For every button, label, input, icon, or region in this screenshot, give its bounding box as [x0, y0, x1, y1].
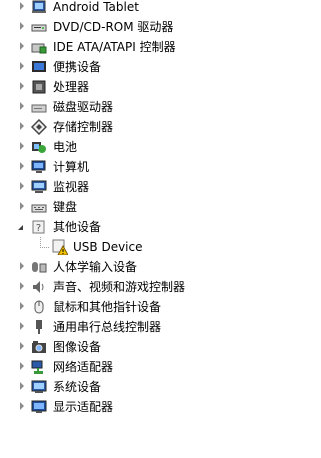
tree-item-label: 图像设备: [53, 340, 102, 354]
tree-item-sound[interactable]: 声音、视频和游戏控制器: [0, 277, 321, 297]
expand-arrow-icon[interactable]: [20, 42, 24, 50]
tree-item-label: Android Tablet: [53, 0, 139, 14]
expand-arrow-icon[interactable]: [20, 162, 24, 170]
expand-arrow-icon[interactable]: [20, 82, 24, 90]
display-adapter-icon: [31, 400, 47, 413]
expand-arrow-icon[interactable]: [20, 2, 24, 10]
tree-item-mice[interactable]: 鼠标和其他指针设备: [0, 297, 321, 317]
usb-icon: [36, 320, 42, 334]
expand-arrow-icon[interactable]: [20, 142, 24, 150]
tree-item-label: 系统设备: [53, 380, 102, 394]
expand-arrow-icon[interactable]: [20, 362, 24, 370]
tree-item-label: 声音、视频和游戏控制器: [53, 280, 186, 294]
tree-item-usb-device[interactable]: USB Device: [0, 237, 321, 257]
tree-item-keyboards[interactable]: 键盘: [0, 197, 321, 217]
tree-item-display-adapters[interactable]: 显示适配器: [0, 397, 321, 417]
computer-icon: [31, 160, 46, 173]
tablet-icon: [32, 0, 46, 13]
tree-item-label: 处理器: [53, 80, 90, 94]
warning-device-icon: [52, 239, 68, 255]
expand-arrow-icon[interactable]: [20, 282, 24, 290]
expand-arrow-icon[interactable]: [20, 402, 24, 410]
tree-item-label: USB Device: [73, 240, 143, 254]
tree-item-portable-devices[interactable]: 便携设备: [0, 57, 321, 77]
tree-item-disk-drives[interactable]: 磁盘驱动器: [0, 97, 321, 117]
expand-arrow-icon[interactable]: [20, 22, 24, 30]
tree-item-dvd-cd-rom[interactable]: DVD/CD-ROM 驱动器: [0, 17, 321, 37]
ide-controller-icon: [31, 43, 47, 54]
tree-item-system-devices[interactable]: 系统设备: [0, 377, 321, 397]
tree-item-label: 显示适配器: [53, 400, 114, 414]
hid-icon: [32, 262, 47, 273]
imaging-icon: [32, 341, 46, 353]
system-icon: [31, 380, 47, 393]
battery-icon: [32, 142, 46, 153]
tree-item-monitors[interactable]: 监视器: [0, 177, 321, 197]
tree-item-label: 计算机: [53, 160, 90, 174]
portable-device-icon: [32, 61, 46, 72]
tree-item-computer[interactable]: 计算机: [0, 157, 321, 177]
tree-item-batteries[interactable]: 电池: [0, 137, 321, 157]
tree-item-label: 人体学输入设备: [53, 260, 138, 274]
tree-item-label: IDE ATA/ATAPI 控制器: [53, 40, 176, 54]
tree-guide-line: [40, 237, 49, 248]
expand-arrow-icon[interactable]: [20, 322, 24, 330]
expand-arrow-icon[interactable]: [20, 262, 24, 270]
monitor-icon: [31, 180, 47, 193]
keyboard-icon: [31, 204, 47, 213]
tree-item-label: 电池: [53, 140, 78, 154]
tree-item-usb-controllers[interactable]: 通用串行总线控制器: [0, 317, 321, 337]
tree-item-label: 网络适配器: [53, 360, 114, 374]
tree-item-label: DVD/CD-ROM 驱动器: [53, 20, 174, 34]
tree-item-ide-controller[interactable]: IDE ATA/ATAPI 控制器: [0, 37, 321, 57]
collapse-arrow-icon[interactable]: [18, 225, 23, 230]
tree-item-android-tablet[interactable]: Android Tablet: [0, 0, 321, 17]
tree-item-label: 便携设备: [53, 60, 102, 74]
svg-text:?: ?: [36, 223, 41, 234]
device-tree: Android Tablet DVD/CD-ROM 驱动器 IDE ATA/AT…: [0, 0, 321, 417]
expand-arrow-icon[interactable]: [20, 182, 24, 190]
tree-item-label: 鼠标和其他指针设备: [53, 300, 162, 314]
processor-icon: [32, 80, 46, 94]
tree-item-storage-controllers[interactable]: 存储控制器: [0, 117, 321, 137]
dvd-drive-icon: [31, 24, 47, 32]
tree-item-label: 监视器: [53, 180, 90, 194]
unknown-device-icon: ?: [32, 220, 45, 234]
expand-arrow-icon[interactable]: [20, 62, 24, 70]
tree-item-processors[interactable]: 处理器: [0, 77, 321, 97]
tree-item-hid[interactable]: 人体学输入设备: [0, 257, 321, 277]
tree-item-label: 存储控制器: [53, 120, 114, 134]
disk-drive-icon: [31, 104, 47, 113]
expand-arrow-icon[interactable]: [20, 342, 24, 350]
expand-arrow-icon[interactable]: [20, 202, 24, 210]
network-icon: [31, 360, 43, 374]
tree-item-network[interactable]: 网络适配器: [0, 357, 321, 377]
tree-item-label: 磁盘驱动器: [53, 100, 114, 114]
storage-controller-icon: [31, 119, 47, 135]
tree-item-label: 键盘: [53, 200, 78, 214]
expand-arrow-icon[interactable]: [20, 102, 24, 110]
sound-icon: [33, 281, 44, 293]
expand-arrow-icon[interactable]: [20, 302, 24, 310]
tree-item-label: 通用串行总线控制器: [53, 320, 162, 334]
tree-item-imaging[interactable]: 图像设备: [0, 337, 321, 357]
expand-arrow-icon[interactable]: [20, 122, 24, 130]
mouse-icon: [34, 300, 44, 314]
tree-item-other-devices[interactable]: ? 其他设备: [0, 217, 321, 237]
expand-arrow-icon[interactable]: [20, 382, 24, 390]
tree-item-label: 其他设备: [53, 220, 102, 234]
